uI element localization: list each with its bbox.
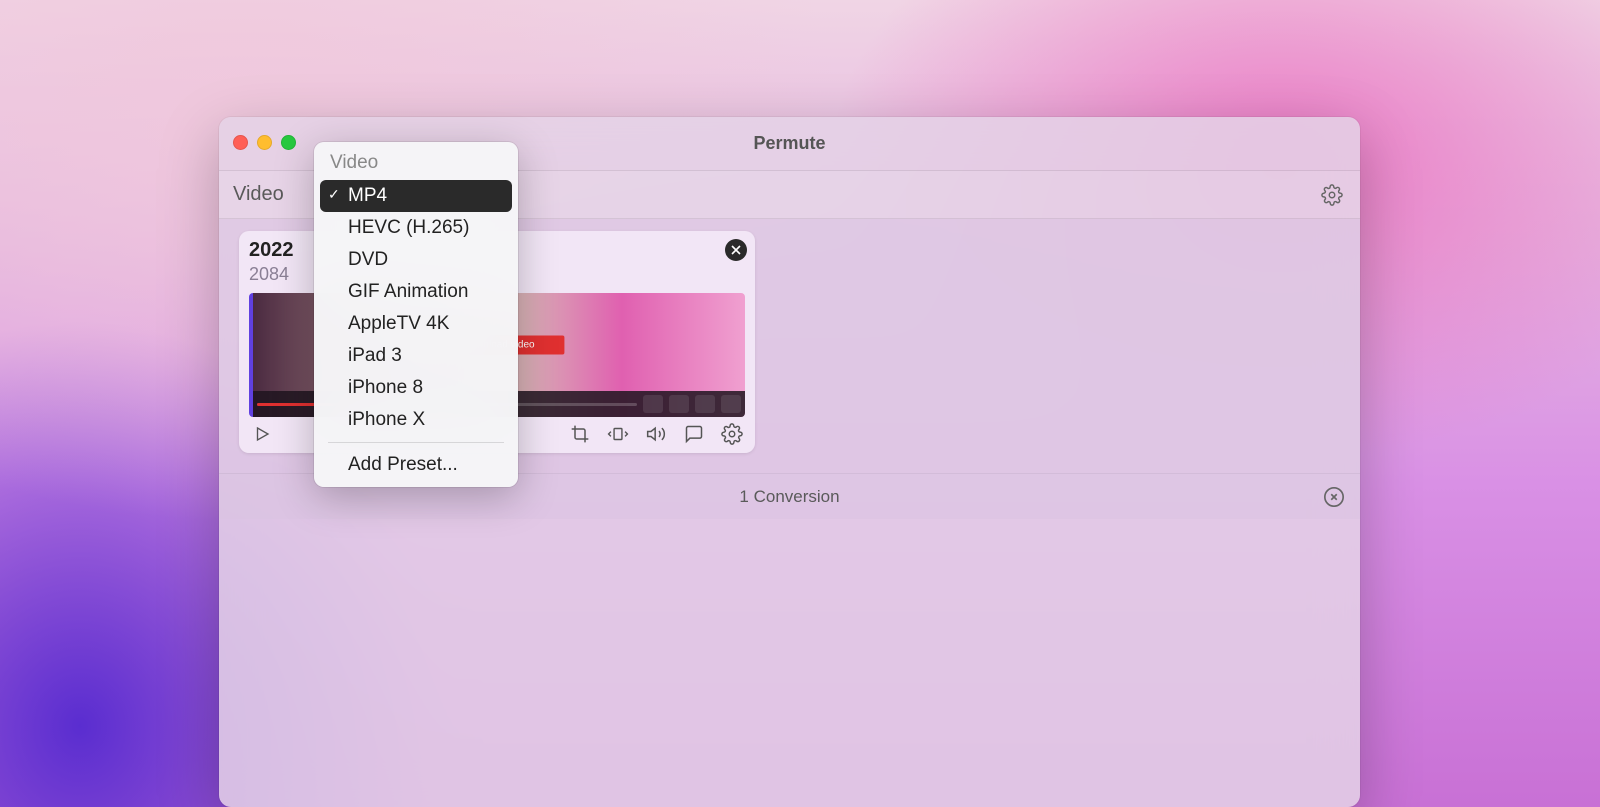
dropdown-item-label: MP4 (348, 185, 387, 206)
close-icon (731, 245, 741, 255)
dropdown-section-header: Video (320, 148, 512, 180)
thumb-control (669, 395, 689, 413)
audio-button[interactable] (645, 423, 667, 445)
window-title: Permute (753, 133, 825, 154)
dropdown-item-label: iPhone X (348, 409, 425, 430)
dropdown-separator (328, 442, 504, 443)
window-minimize-button[interactable] (257, 135, 272, 150)
format-dropdown: Video ✓ MP4 HEVC (H.265) DVD GIF Animati… (314, 142, 518, 487)
card-settings-button[interactable] (721, 423, 743, 445)
dropdown-item-label: GIF Animation (348, 281, 468, 302)
traffic-lights (233, 135, 296, 150)
play-icon (253, 425, 271, 443)
subtitle-icon (683, 424, 705, 444)
dropdown-item-label: iPhone 8 (348, 377, 423, 398)
dropdown-item-gif[interactable]: GIF Animation (320, 276, 512, 308)
dropdown-item-ipad3[interactable]: iPad 3 (320, 340, 512, 372)
crop-button[interactable] (569, 423, 591, 445)
thumb-control (721, 395, 741, 413)
rotate-icon (607, 424, 629, 444)
window-fullscreen-button[interactable] (281, 135, 296, 150)
play-button[interactable] (251, 423, 273, 445)
thumb-control (643, 395, 663, 413)
window-close-button[interactable] (233, 135, 248, 150)
dropdown-add-preset[interactable]: Add Preset... (320, 449, 512, 481)
dropdown-item-mp4[interactable]: ✓ MP4 (320, 180, 512, 212)
close-circle-icon (1323, 486, 1345, 508)
card-remove-button[interactable] (725, 239, 747, 261)
speaker-icon (645, 424, 667, 444)
subtitle-button[interactable] (683, 423, 705, 445)
dropdown-item-iphone8[interactable]: iPhone 8 (320, 372, 512, 404)
dropdown-item-label: HEVC (H.265) (348, 217, 469, 238)
dropdown-item-label: iPad 3 (348, 345, 402, 366)
gear-icon (721, 423, 743, 445)
dropdown-item-label: AppleTV 4K (348, 313, 449, 334)
rotate-button[interactable] (607, 423, 629, 445)
check-icon: ✓ (328, 186, 340, 203)
dropdown-item-label: Add Preset... (348, 454, 458, 475)
dropdown-item-iphonex[interactable]: iPhone X (320, 404, 512, 436)
dropdown-item-label: DVD (348, 249, 388, 270)
crop-icon (570, 424, 590, 444)
clear-queue-button[interactable] (1322, 485, 1346, 509)
settings-button[interactable] (1318, 181, 1346, 209)
dropdown-item-appletv[interactable]: AppleTV 4K (320, 308, 512, 340)
gear-icon (1321, 184, 1343, 206)
status-text: 1 Conversion (739, 487, 839, 507)
thumb-control (695, 395, 715, 413)
dropdown-item-hevc[interactable]: HEVC (H.265) (320, 212, 512, 244)
category-selector-label[interactable]: Video (233, 183, 284, 206)
dropdown-item-dvd[interactable]: DVD (320, 244, 512, 276)
